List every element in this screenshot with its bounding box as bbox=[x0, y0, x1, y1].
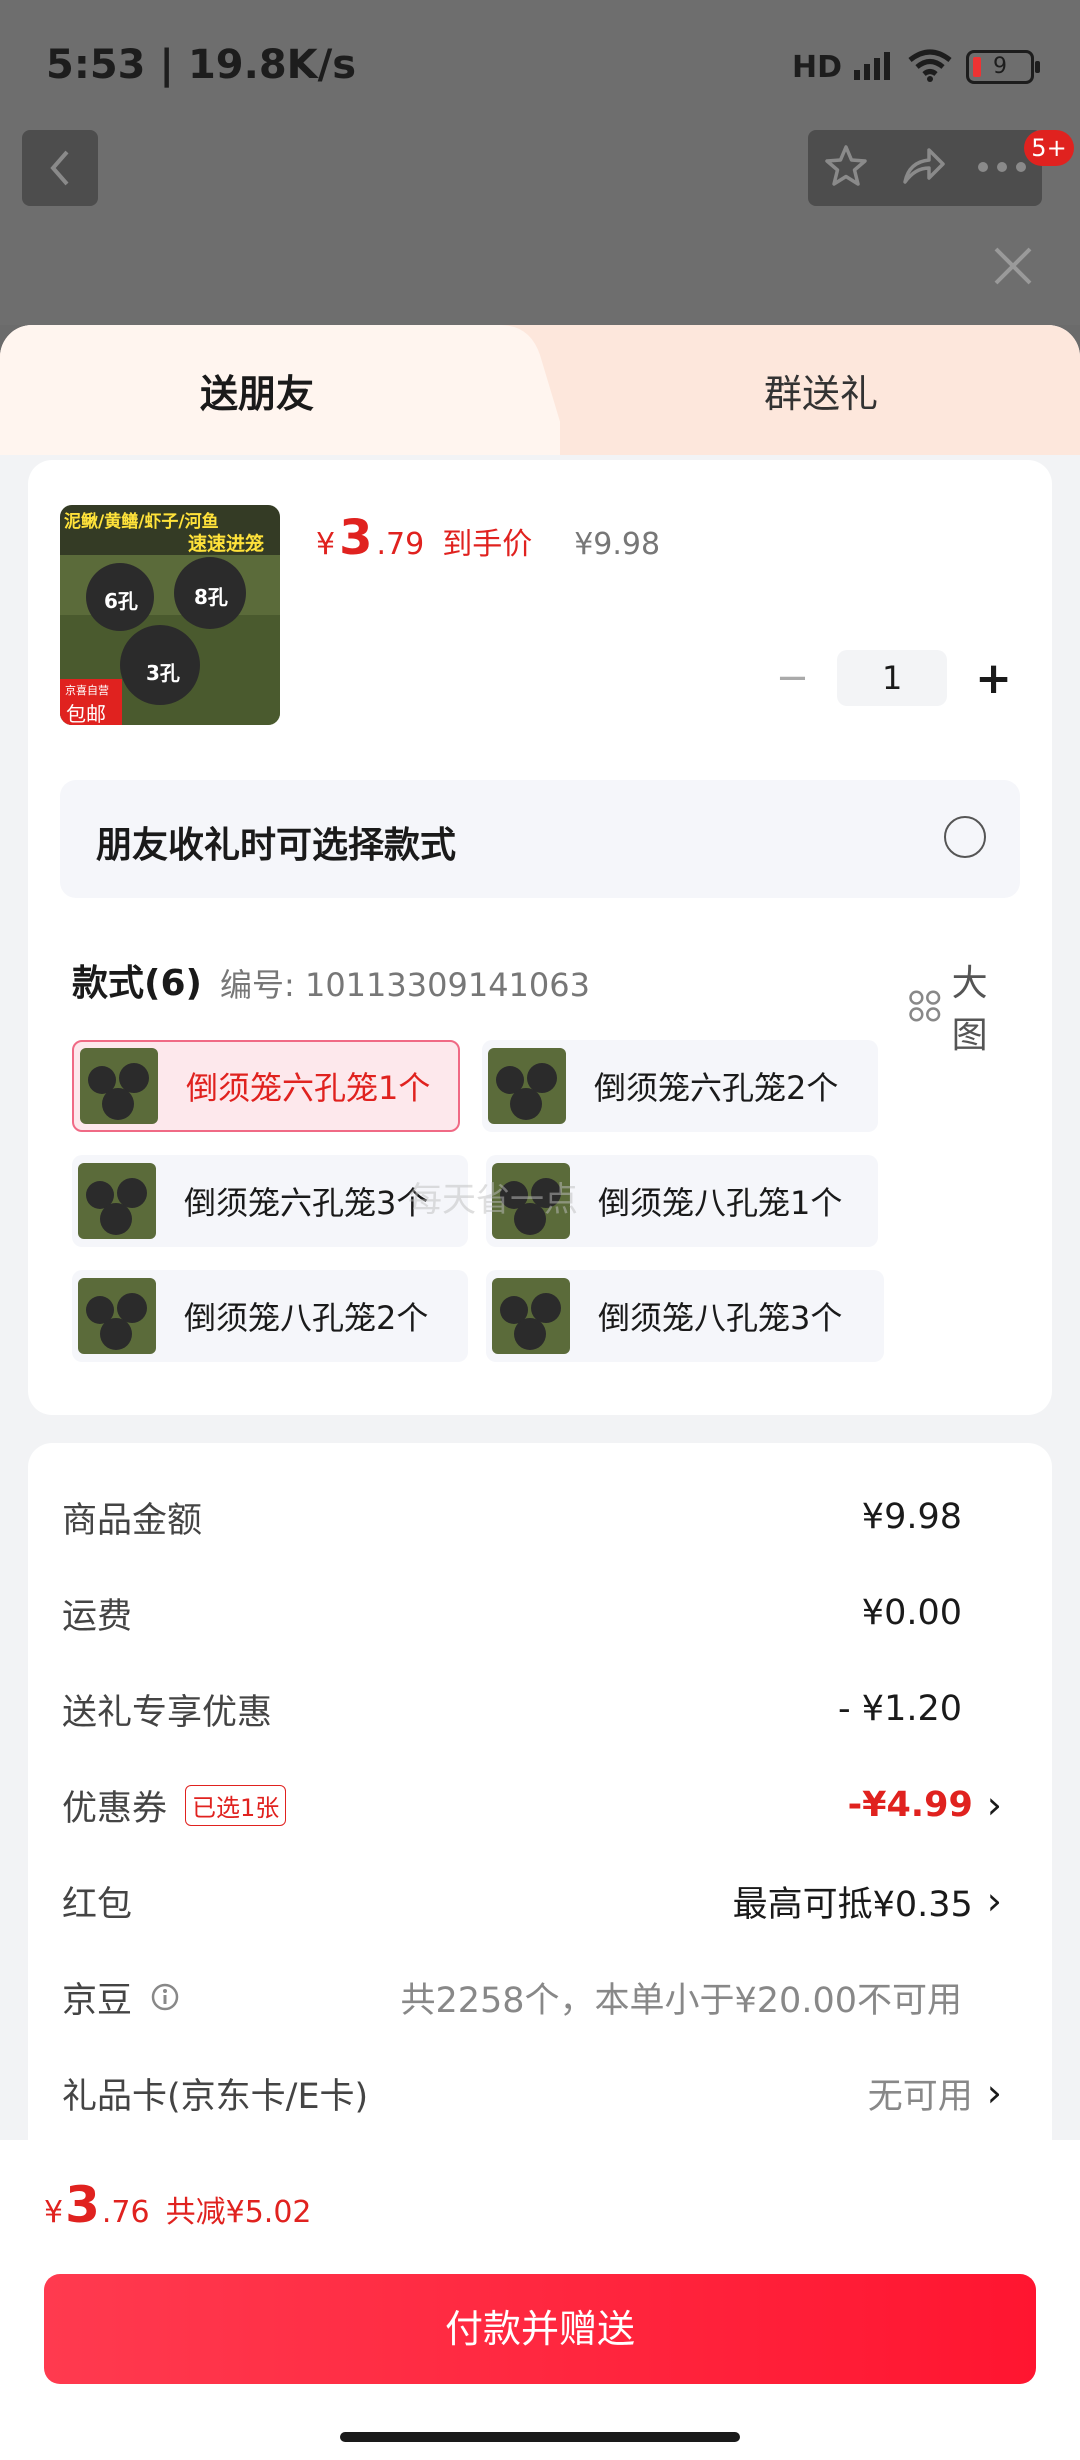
close-icon[interactable] bbox=[992, 245, 1034, 287]
spec-chip[interactable]: 倒须笼六孔笼1个 bbox=[72, 1040, 460, 1132]
grid-icon bbox=[909, 990, 941, 1022]
header-actions bbox=[808, 130, 1042, 206]
signal-bars-icon bbox=[854, 50, 894, 84]
battery-icon: 9 bbox=[966, 50, 1040, 84]
thumb-label-3: 3孔 bbox=[146, 661, 180, 685]
back-button[interactable] bbox=[22, 130, 98, 206]
summary-label: 运费 bbox=[62, 1596, 133, 1637]
chevron-right-icon: › bbox=[986, 1879, 1002, 1923]
summary-row-gift-discount: 送礼专享优惠 - ¥1.20 bbox=[62, 1679, 1002, 1739]
order-summary-card: 商品金额 ¥9.98 运费 ¥0.00 送礼专享优惠 - ¥1.20 优惠券 已… bbox=[28, 1443, 1052, 2143]
price-symbol: ¥ bbox=[316, 527, 336, 562]
spec-thumb bbox=[78, 1163, 156, 1239]
spec-label: 倒须笼六孔笼2个 bbox=[594, 1069, 839, 1107]
thumb-caption-mid: 速速进笼 bbox=[188, 533, 265, 555]
more-icon[interactable] bbox=[976, 159, 1028, 178]
pay-and-gift-button[interactable]: 付款并赠送 bbox=[44, 2274, 1036, 2384]
thumb-tag: 京喜自营 包邮 bbox=[60, 679, 122, 725]
tab-send-friend[interactable]: 送朋友 bbox=[200, 363, 314, 418]
qty-plus-button[interactable]: + bbox=[975, 653, 1012, 704]
wifi-icon bbox=[906, 48, 954, 86]
price-row: ¥ 3 .79 到手价 ¥9.98 bbox=[316, 510, 660, 566]
summary-row-redpacket[interactable]: 红包 最高可抵¥0.35 › bbox=[62, 1871, 1002, 1931]
star-icon[interactable] bbox=[822, 142, 870, 194]
chevron-left-icon bbox=[50, 150, 69, 186]
price-dec: .79 bbox=[376, 527, 425, 562]
total-int: 3 bbox=[65, 2176, 100, 2234]
tab-group-gift[interactable]: 群送礼 bbox=[764, 363, 878, 418]
price-label: 到手价 bbox=[442, 527, 533, 562]
spec-chip[interactable]: 倒须笼八孔笼3个 bbox=[486, 1270, 884, 1362]
status-time: 5:53 | 19.8K/s bbox=[46, 42, 357, 88]
qty-input[interactable]: 1 bbox=[837, 650, 948, 706]
total-symbol: ¥ bbox=[44, 2195, 64, 2230]
status-icons: HD 9 bbox=[791, 48, 1040, 86]
spec-thumb bbox=[78, 1278, 156, 1354]
spec-title: 款式(6) bbox=[72, 963, 202, 1004]
signal-icon: HD bbox=[791, 49, 842, 85]
summary-value: -¥4.99 bbox=[847, 1785, 973, 1825]
info-icon[interactable] bbox=[150, 1982, 180, 2012]
total-discount: 共减¥5.02 bbox=[165, 2195, 312, 2230]
thumb-tag-1: 京喜自营 bbox=[65, 684, 109, 697]
summary-label: 红包 bbox=[62, 1884, 133, 1925]
spec-label: 倒须笼六孔笼3个 bbox=[184, 1184, 429, 1222]
chevron-right-icon: › bbox=[986, 2071, 1002, 2115]
product-card: 泥鳅/黄鳝/虾子/河鱼 速速进笼 6孔 8孔 3孔 京喜自营 包邮 ¥ 3 .7… bbox=[28, 460, 1052, 1415]
summary-label: 优惠券 bbox=[62, 1788, 168, 1829]
spec-thumb bbox=[492, 1278, 570, 1354]
choose-style-option[interactable]: 朋友收礼时可选择款式 bbox=[60, 780, 1020, 898]
total-dec: .76 bbox=[101, 2195, 150, 2230]
quantity-stepper: − 1 + bbox=[776, 650, 1012, 706]
summary-value: - ¥1.20 bbox=[838, 1689, 962, 1729]
chevron-right-icon: › bbox=[986, 1783, 1002, 1827]
thumb-tag-2: 包邮 bbox=[66, 702, 106, 725]
summary-label: 商品金额 bbox=[62, 1500, 203, 1541]
spec-label: 倒须笼八孔笼2个 bbox=[184, 1299, 429, 1337]
qty-minus-button[interactable]: − bbox=[776, 655, 810, 701]
summary-row-jingdou: 京豆 共2258个，本单小于¥20.00不可用 bbox=[62, 1967, 1002, 2027]
summary-value: 无可用 bbox=[867, 2076, 973, 2117]
notification-badge: 5+ bbox=[1024, 130, 1074, 166]
spec-label: 倒须笼八孔笼1个 bbox=[598, 1184, 843, 1222]
summary-row-shipping: 运费 ¥0.00 bbox=[62, 1583, 1002, 1643]
spec-code: 编号: 10113309141063 bbox=[220, 966, 590, 1004]
summary-label: 礼品卡(京东卡/E卡) bbox=[62, 2076, 369, 2117]
summary-value: 最高可抵¥0.35 bbox=[732, 1884, 973, 1925]
spec-thumb bbox=[80, 1048, 158, 1124]
spec-label: 倒须笼六孔笼1个 bbox=[186, 1069, 431, 1107]
coupon-tag: 已选1张 bbox=[185, 1784, 287, 1826]
thumb-label-6: 6孔 bbox=[104, 589, 138, 613]
original-price: ¥9.98 bbox=[574, 527, 661, 562]
product-image[interactable]: 泥鳅/黄鳝/虾子/河鱼 速速进笼 6孔 8孔 3孔 京喜自营 包邮 bbox=[60, 505, 280, 725]
total-price: ¥ 3 .76 共减¥5.02 bbox=[44, 2176, 312, 2234]
home-indicator[interactable] bbox=[340, 2432, 740, 2442]
spec-thumb bbox=[488, 1048, 566, 1124]
choose-style-label: 朋友收礼时可选择款式 bbox=[96, 825, 457, 866]
summary-value: 共2258个，本单小于¥20.00不可用 bbox=[400, 1980, 962, 2021]
spec-chip[interactable]: 倒须笼六孔笼2个 bbox=[482, 1040, 878, 1132]
summary-value: ¥0.00 bbox=[861, 1593, 962, 1633]
big-view-toggle[interactable]: 大图 bbox=[908, 954, 1012, 1058]
spec-label: 倒须笼八孔笼3个 bbox=[598, 1299, 843, 1337]
big-view-label: 大图 bbox=[951, 963, 988, 1056]
summary-value: ¥9.98 bbox=[861, 1497, 962, 1537]
summary-label: 送礼专享优惠 bbox=[62, 1692, 273, 1733]
price-int: 3 bbox=[339, 510, 373, 566]
summary-label: 京豆 bbox=[62, 1980, 133, 2021]
thumb-label-8: 8孔 bbox=[194, 585, 228, 609]
summary-row-giftcard[interactable]: 礼品卡(京东卡/E卡) 无可用 › bbox=[62, 2063, 1002, 2123]
spec-header: 款式(6) 编号: 10113309141063 大图 bbox=[72, 950, 1012, 1056]
summary-row-goods: 商品金额 ¥9.98 bbox=[62, 1487, 1002, 1547]
radio-button[interactable] bbox=[944, 816, 986, 858]
spec-chip[interactable]: 倒须笼八孔笼2个 bbox=[72, 1270, 468, 1362]
summary-row-coupon[interactable]: 优惠券 已选1张 -¥4.99 › bbox=[62, 1775, 1002, 1835]
watermark: 每天省一点 bbox=[408, 1180, 578, 1220]
share-icon[interactable] bbox=[899, 142, 947, 194]
